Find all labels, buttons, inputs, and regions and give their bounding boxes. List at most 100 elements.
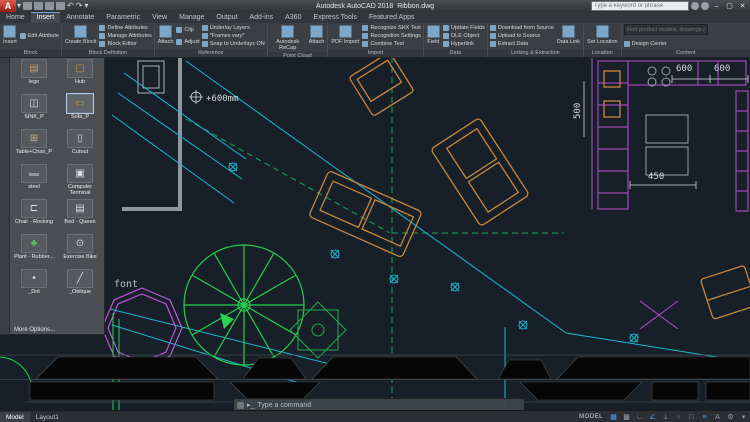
help-icon[interactable]	[701, 2, 709, 10]
isodraft-icon[interactable]: ⊥	[659, 412, 672, 422]
tab-insert[interactable]: Insert	[30, 12, 61, 23]
drawing-canvas[interactable]: +600mm 450 600 600 500 font	[0, 57, 750, 410]
palette-item-chair-rocking[interactable]: ⊏ Chair - Rocking	[11, 199, 57, 234]
create-block-button[interactable]: Create Block	[64, 24, 98, 48]
palette-item-computer-terminal[interactable]: ▣ Computer Terminal	[57, 164, 103, 199]
new-file-icon[interactable]	[23, 2, 33, 10]
plot-icon[interactable]	[56, 2, 66, 10]
recognition-settings-button[interactable]: Recognition Settings	[362, 32, 421, 40]
palette-item-exercise-bike[interactable]: ⊙ Exercise Bike	[57, 234, 103, 269]
ole-object-button[interactable]: OLE Object	[442, 32, 485, 40]
block-editor-button[interactable]: Block Editor	[99, 40, 151, 48]
manage-attributes-button[interactable]: Manage Attributes	[99, 32, 152, 40]
tab-express-tools[interactable]: Express Tools	[308, 12, 363, 23]
tab-parametric[interactable]: Parametric	[100, 12, 146, 23]
palette-item-sink[interactable]: ◫ SINK_P	[11, 94, 57, 129]
define-attributes-icon	[99, 25, 106, 31]
sign-in-icon[interactable]	[691, 2, 699, 10]
palette-item-steel[interactable]: ▬ steel	[11, 164, 57, 199]
command-prompt-text[interactable]: Type a command	[257, 402, 311, 409]
ortho-toggle-icon[interactable]: ∟	[633, 412, 646, 422]
dynamic-input-icon[interactable]: ≡	[698, 412, 711, 422]
redo-icon[interactable]: ↷	[76, 0, 83, 12]
object-snap-icon[interactable]: ○	[672, 412, 685, 422]
panel-label-import[interactable]: Import	[328, 49, 423, 57]
underlay-layers-button[interactable]: Underlay Layers	[201, 24, 265, 32]
settings-gear-icon[interactable]: ⚙	[724, 412, 737, 422]
frames-vary-dropdown[interactable]: *Frames vary*	[201, 32, 265, 40]
oblique-block-icon: ╱	[67, 269, 93, 288]
palette-item-dot[interactable]: • _Dot	[11, 269, 57, 304]
panel-label-reference[interactable]: Reference	[154, 49, 267, 57]
command-customize-icon[interactable]	[237, 401, 244, 409]
palette-item-oblique[interactable]: ╱ _Oblique	[57, 269, 103, 304]
clip-button[interactable]: Clip	[176, 26, 199, 34]
polar-tracking-icon[interactable]: ∠	[646, 412, 659, 422]
hyperlink-button[interactable]: Hyperlink	[442, 40, 485, 48]
snap-to-underlays-dropdown[interactable]: Snap to Underlays ON	[201, 40, 265, 48]
panel-label-block-definition[interactable]: Block Definition	[61, 49, 154, 57]
palette-spine[interactable]	[0, 57, 10, 334]
tab-output[interactable]: Output	[210, 12, 243, 23]
tab-annotate[interactable]: Annotate	[60, 12, 100, 23]
tab-addins[interactable]: Add-ins	[243, 12, 279, 23]
grid-toggle-icon[interactable]: ▦	[607, 412, 620, 422]
combine-text-button[interactable]: Combine Text	[362, 40, 420, 48]
insert-block-button[interactable]: Insert	[2, 24, 18, 48]
snap-toggle-icon[interactable]: ▩	[620, 412, 633, 422]
open-file-icon[interactable]	[34, 2, 44, 10]
attach-reference-button[interactable]: Attach	[157, 24, 175, 48]
lineweight-icon[interactable]: □	[685, 412, 698, 422]
recognize-shx-text-button[interactable]: Recognize SHX Text	[362, 24, 421, 32]
pdf-import-button[interactable]: PDF Import	[330, 24, 360, 48]
infocenter-search-input[interactable]	[591, 1, 689, 11]
maximize-button[interactable]: ▢	[724, 2, 735, 10]
more-options-link[interactable]: More Options...	[14, 327, 55, 333]
edit-attribute-button[interactable]: Edit Attribute	[19, 32, 59, 40]
panel-label-point-cloud[interactable]: Point Cloud	[267, 52, 328, 57]
download-from-source-button[interactable]: Download from Source	[489, 24, 554, 32]
annotation-scale-icon[interactable]: A	[711, 412, 724, 422]
field-button[interactable]: Field	[426, 24, 441, 48]
palette-item-bed-queen[interactable]: ▤ Bed - Queen	[57, 199, 103, 234]
palette-item-table-chair[interactable]: ⊞ Table+Chair_P	[11, 129, 57, 164]
tab-view[interactable]: View	[146, 12, 173, 23]
tab-manage[interactable]: Manage	[173, 12, 210, 23]
app-menu-button[interactable]: A	[0, 0, 16, 12]
save-icon[interactable]	[45, 2, 55, 10]
status-overflow-icon[interactable]: ▾	[737, 412, 750, 422]
app-menu-caret-icon[interactable]: ▾	[17, 0, 21, 12]
panel-label-content[interactable]: Content	[621, 49, 750, 57]
palette-item-plant-rubber[interactable]: ♣ Plant - Rubber...	[11, 234, 57, 269]
set-location-button[interactable]: Set Location	[586, 24, 619, 48]
update-fields-button[interactable]: Update Fields	[442, 24, 485, 32]
data-link-button[interactable]: Data Link	[556, 24, 581, 48]
design-center-button[interactable]: Design Center	[623, 40, 748, 48]
tab-a360[interactable]: A360	[279, 12, 307, 23]
undo-icon[interactable]: ↶	[67, 0, 74, 12]
content-search-input[interactable]	[623, 24, 708, 35]
palette-item-hub[interactable]: ▢ Hub	[57, 59, 103, 94]
close-button[interactable]: ✕	[737, 2, 748, 10]
adjust-button[interactable]: Adjust	[176, 38, 200, 46]
dim-600-label-a: 600	[676, 64, 692, 74]
minimize-button[interactable]: –	[711, 3, 722, 10]
extract-data-button[interactable]: Extract Data	[489, 40, 554, 48]
attach-point-cloud-button[interactable]: Attach	[308, 24, 326, 51]
palette-item-sofa[interactable]: ▭ Sofa_P	[57, 93, 103, 129]
panel-label-linking-extraction[interactable]: Linking & Extraction	[487, 49, 584, 57]
qat-dropdown-icon[interactable]: ▾	[84, 0, 88, 12]
model-tab[interactable]: Model	[0, 411, 30, 422]
define-attributes-button[interactable]: Define Attributes	[99, 24, 151, 32]
tab-home[interactable]: Home	[0, 12, 31, 23]
panel-label-location[interactable]: Location	[584, 49, 621, 57]
palette-item-lego[interactable]: ▤ lego	[11, 59, 57, 94]
layout1-tab[interactable]: Layout1	[30, 412, 65, 422]
upload-to-source-button[interactable]: Upload to Source	[489, 32, 554, 40]
panel-label-data[interactable]: Data	[423, 49, 487, 57]
model-space-label[interactable]: MODEL	[575, 414, 607, 420]
panel-label-block[interactable]: Block	[0, 49, 61, 57]
tab-featured-apps[interactable]: Featured Apps	[363, 12, 421, 23]
palette-item-cutout[interactable]: ▯ Cutout	[57, 129, 103, 164]
autodesk-recap-button[interactable]: Autodesk ReCap	[270, 24, 306, 51]
